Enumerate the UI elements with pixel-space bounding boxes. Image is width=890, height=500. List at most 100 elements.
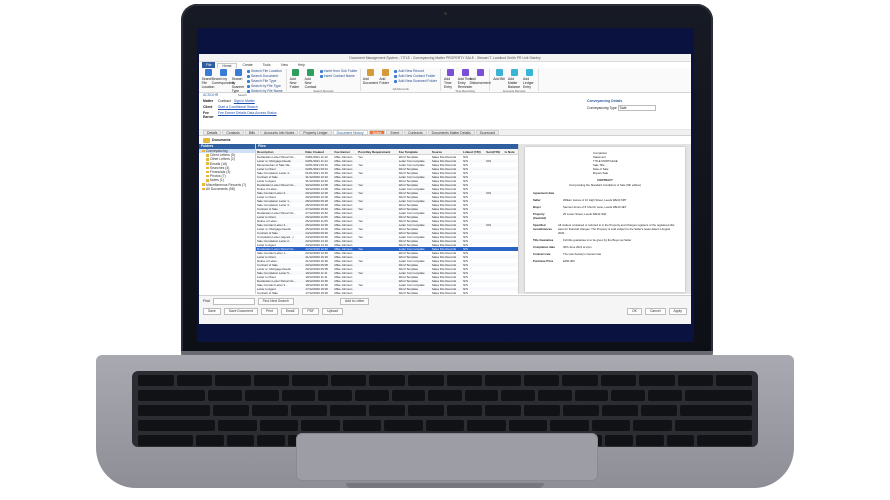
preview-page: Completion Statement TITLE MORTGAGE Sale Ti… [525, 147, 685, 292]
preview-header-line: Buyers Sale [593, 171, 609, 175]
key [257, 435, 285, 446]
footer-button-pdf[interactable]: PDF [302, 307, 320, 315]
table-cell [485, 291, 503, 294]
ribbon-button[interactable]: Add New Folder [290, 69, 302, 89]
ribbon-small-label: Insert from Sub Folder [323, 69, 358, 73]
key [538, 390, 572, 401]
preview-row-value: All matters contained or referred to in … [557, 223, 675, 235]
ribbon-small-button[interactable]: Add New Record [394, 69, 437, 73]
conveyancing-details: Conveyancing Details Conveyancing Type S… [587, 99, 687, 127]
footer-button-cancel[interactable]: Cancel [644, 307, 666, 315]
ribbon-small-button[interactable]: Add New Scanned Folder [394, 79, 437, 83]
conveyancing-type-select[interactable]: Sale [617, 105, 656, 111]
doc-tab[interactable]: Event [386, 130, 404, 135]
preview-row-key: Buyer [533, 205, 541, 209]
table-row[interactable]: Contract of Sale 17/12/2020 15:00 Mike Joh… [256, 291, 518, 294]
ribbon-button[interactable]: Add Document [363, 69, 378, 87]
find-input[interactable] [212, 297, 255, 305]
add-to-letter-button[interactable]: Add to Letter [339, 297, 370, 305]
ribbon-button[interactable]: Add Bill [493, 69, 505, 89]
key [639, 375, 675, 386]
key [641, 405, 678, 416]
matter-info-link[interactable]: Fee Earner Details Data Access Status [218, 111, 277, 119]
ribbon-tab-tools[interactable]: Tools [259, 63, 275, 67]
key [647, 390, 682, 401]
footer-button-apply[interactable]: Apply [668, 307, 687, 315]
doc-tab[interactable]: Document History [332, 130, 368, 135]
matter-info-link[interactable]: Sign in Matter [234, 99, 255, 103]
ribbon-small-button[interactable]: Search File Location [247, 69, 283, 73]
key [633, 420, 672, 431]
footer-button-upload[interactable]: Upload [322, 307, 343, 315]
preview-row: Specified incumbrances All matters contai… [533, 223, 677, 235]
matter-info-link[interactable]: Start a Conditional Search [218, 105, 258, 109]
table-cell: 17/12/2020 15:00 [305, 291, 328, 294]
ribbon-button[interactable]: Add Matter Balance [508, 69, 520, 89]
doc-tab[interactable]: Details [203, 130, 222, 135]
key [591, 420, 631, 431]
footer-button-save[interactable]: Save [203, 307, 221, 315]
ribbon-button[interactable]: Add Ledger Entry [523, 69, 535, 89]
doc-tab[interactable]: Scorecard [475, 130, 500, 135]
key [674, 420, 752, 431]
key [524, 405, 561, 416]
ribbon-button[interactable]: Add Disbursement [470, 69, 491, 89]
ribbon-button[interactable]: Add Folder [379, 69, 391, 87]
preview-row: Contract rate The Law Society's interest … [533, 252, 677, 256]
ribbon-small-button[interactable]: Insert Contact Name [319, 74, 358, 78]
ribbon-button[interactable]: Add New Contact [305, 69, 317, 89]
preview-row-value: William James of 10 High Street, Leeds W… [563, 198, 627, 202]
doc-tab[interactable]: Accounts Info Notes [259, 130, 299, 135]
ribbon-small-button[interactable]: Search by File Type [247, 84, 283, 88]
doc-tab[interactable]: Contracts [404, 130, 427, 135]
key [226, 435, 255, 446]
doc-tab[interactable]: Property Ledger [299, 130, 332, 135]
key [259, 420, 299, 431]
preview-row-value: £250,000 [563, 259, 575, 263]
doc-tab[interactable]: Contacts [222, 130, 244, 135]
ribbon-tab-view[interactable]: View [277, 63, 292, 67]
document-preview: Completion Statement TITLE MORTGAGE Sale Ti… [519, 144, 691, 294]
footer-button-email[interactable]: Email [280, 307, 300, 315]
ribbon-tab-home[interactable]: Home [217, 62, 237, 68]
footer-button-save-document[interactable]: Save Document [223, 307, 258, 315]
key [244, 390, 279, 401]
ribbon-tab-create[interactable]: Create [239, 63, 257, 67]
key [677, 375, 714, 386]
ribbon-button[interactable]: Search by Correspondent [212, 69, 234, 93]
ribbon-tab-file[interactable]: File [202, 62, 216, 68]
preview-row: Title Guarantee Full title guarantee is t… [533, 238, 677, 242]
key [138, 420, 216, 431]
tree-item-label: All Documents (98) [206, 186, 235, 191]
ribbon-small-button[interactable]: Search File Type [247, 79, 283, 83]
ribbon-tab-help[interactable]: Help [294, 63, 309, 67]
doc-tab[interactable]: Documents Matter Details [427, 130, 475, 135]
ribbon-group: Add New Folder Add New Contact Insert from… [290, 69, 362, 93]
folder-icon [202, 183, 205, 186]
ribbon-button-label: Add Time Entry [444, 77, 452, 89]
ribbon-button-icon [495, 69, 503, 76]
preview-row-value: 30th June 2021 at 2pm [563, 245, 592, 249]
key [464, 390, 499, 401]
file-list: Files Description Date Created Fee Earner P… [256, 144, 519, 294]
find-next-button[interactable]: Find Next Search [257, 297, 294, 305]
key [342, 420, 382, 431]
ribbon-button[interactable]: Search by Scanner Type [232, 69, 244, 93]
ribbon: Search File Location Search by Correspond… [199, 68, 691, 97]
key [290, 405, 327, 416]
ribbon-small-button[interactable]: Add New Contact Folder [394, 74, 437, 78]
folder-icon [202, 149, 205, 153]
ribbon-button[interactable]: Add Time Entry [444, 69, 456, 89]
ribbon-small-button[interactable]: Insert from Sub Folder [319, 69, 358, 73]
footer-bar: Find Find Next Search Add to Letter Save… [199, 295, 691, 324]
doc-tab[interactable]: Notes [368, 130, 386, 135]
footer-button-print[interactable]: Print [260, 307, 278, 315]
key [485, 375, 521, 386]
footer-button-ok[interactable]: OK [627, 307, 642, 315]
main-area: Folders Conveyancing Client Letters (5) Ot… [199, 144, 691, 294]
tree-item[interactable]: All Documents (98) [199, 187, 255, 191]
doc-tab[interactable]: Bills [244, 130, 259, 135]
ribbon-small-icon [319, 69, 323, 73]
ribbon-small-button[interactable]: Search Document [247, 74, 283, 78]
keyboard-row [132, 390, 758, 401]
